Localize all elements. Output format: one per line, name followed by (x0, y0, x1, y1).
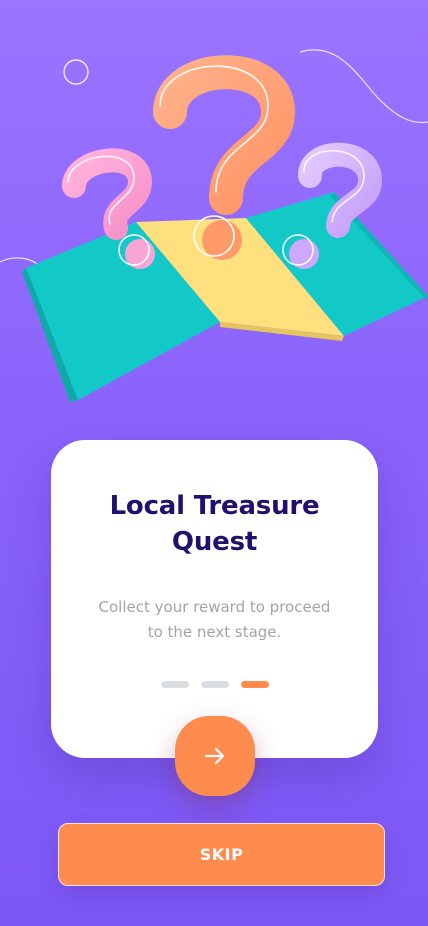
onboarding-title: Local Treasure Quest (109, 491, 320, 557)
arrow-right-icon (204, 747, 225, 765)
question-marks-map-illustration (0, 49, 428, 402)
skip-button-label: SKIP (199, 845, 244, 864)
next-button[interactable] (175, 716, 255, 796)
pagination-dots (51, 681, 378, 688)
onboarding-screen: Local Treasure Quest Collect your reward… (0, 0, 428, 926)
pagination-dot-1[interactable] (160, 681, 189, 688)
decor-curve-top (299, 49, 428, 124)
onboarding-card: Local Treasure Quest Collect your reward… (51, 440, 378, 758)
skip-button[interactable]: SKIP (58, 823, 385, 886)
decor-circle (63, 59, 89, 85)
pagination-dot-2[interactable] (200, 681, 229, 688)
pagination-dot-3-active[interactable] (240, 681, 269, 688)
onboarding-description: Collect your reward to proceed to the ne… (98, 598, 331, 641)
